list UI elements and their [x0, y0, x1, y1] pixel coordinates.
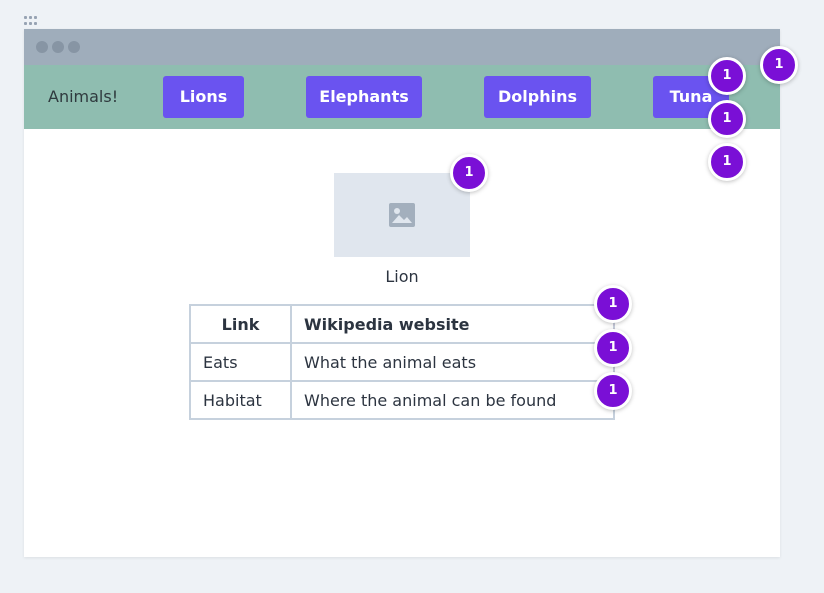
image-icon — [389, 203, 415, 227]
table-row: Eats What the animal eats — [189, 342, 615, 382]
annotation-badge[interactable]: 1 — [594, 329, 632, 367]
dolphins-button[interactable]: Dolphins — [484, 76, 591, 118]
annotation-badge[interactable]: 1 — [708, 100, 746, 138]
elephants-button[interactable]: Elephants — [306, 76, 422, 118]
image-placeholder — [334, 173, 470, 257]
table-cell: Eats — [189, 342, 292, 382]
annotation-badge[interactable]: 1 — [594, 372, 632, 410]
navbar: Animals! Lions Elephants Dolphins Tuna — [24, 65, 780, 129]
window-dot-icon — [36, 41, 48, 53]
image-caption: Lion — [385, 267, 419, 286]
annotation-badge[interactable]: 1 — [760, 46, 798, 84]
table-header-cell[interactable]: Wikipedia website — [290, 304, 615, 344]
table-row: Habitat Where the animal can be found — [189, 380, 615, 420]
table-header-cell: Link — [189, 304, 292, 344]
lions-button[interactable]: Lions — [163, 76, 244, 118]
window-dot-icon — [52, 41, 64, 53]
annotation-badge[interactable]: 1 — [450, 154, 488, 192]
annotation-badge[interactable]: 1 — [594, 285, 632, 323]
annotation-badge[interactable]: 1 — [708, 143, 746, 181]
main-content: Lion Link Wikipedia website Eats What th… — [24, 129, 780, 557]
brand-title: Animals! — [48, 87, 119, 106]
drag-handle-icon[interactable] — [24, 16, 38, 26]
browser-window: Animals! Lions Elephants Dolphins Tuna L… — [24, 29, 780, 557]
annotation-badge[interactable]: 1 — [708, 57, 746, 95]
info-table: Link Wikipedia website Eats What the ani… — [189, 304, 615, 420]
table-cell: Where the animal can be found — [290, 380, 615, 420]
window-titlebar — [24, 29, 780, 65]
table-header-row: Link Wikipedia website — [189, 304, 615, 344]
table-cell: What the animal eats — [290, 342, 615, 382]
table-cell: Habitat — [189, 380, 292, 420]
window-dot-icon — [68, 41, 80, 53]
